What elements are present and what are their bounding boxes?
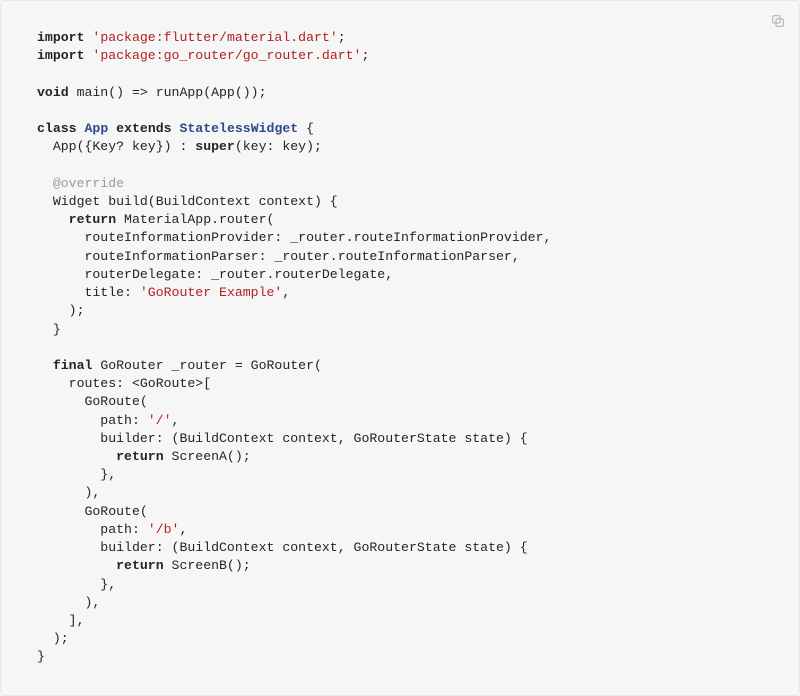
code-token: ); xyxy=(37,631,69,646)
code-token: @override xyxy=(37,176,124,191)
code-token: (key: key); xyxy=(235,139,322,154)
code-token xyxy=(77,121,85,136)
code-token: ScreenB(); xyxy=(164,558,251,573)
code-token: GoRouter _router = GoRouter( xyxy=(92,358,322,373)
code-token: void xyxy=(37,85,69,100)
code-block: import 'package:flutter/material.dart'; … xyxy=(0,0,800,696)
code-token: App({Key? key}) : xyxy=(37,139,195,154)
code-token: ), xyxy=(37,595,100,610)
code-token: ; xyxy=(361,48,369,63)
code-token: extends xyxy=(108,121,179,136)
code-token: 'package:go_router/go_router.dart' xyxy=(92,48,361,63)
code-content: import 'package:flutter/material.dart'; … xyxy=(37,29,763,667)
code-token: GoRoute( xyxy=(37,394,148,409)
code-token: } xyxy=(37,649,45,664)
code-token: routes: <GoRoute>[ xyxy=(37,376,211,391)
code-token: import xyxy=(37,30,84,45)
code-token: routerDelegate: _router.routerDelegate, xyxy=(37,267,393,282)
copy-icon xyxy=(770,13,786,32)
code-token: return xyxy=(116,558,163,573)
code-token: import xyxy=(37,48,84,63)
code-token: , xyxy=(282,285,290,300)
code-token: ; xyxy=(338,30,346,45)
code-token: 'package:flutter/material.dart' xyxy=(92,30,337,45)
code-token: Widget build(BuildContext context) { xyxy=(37,194,338,209)
code-token: , xyxy=(179,522,187,537)
code-token: builder: (BuildContext context, GoRouter… xyxy=(37,431,528,446)
code-token: final xyxy=(53,358,93,373)
code-token xyxy=(37,449,116,464)
code-token: return xyxy=(69,212,116,227)
code-token: StatelessWidget xyxy=(179,121,298,136)
code-token: path: xyxy=(37,413,148,428)
code-token: App xyxy=(85,121,109,136)
code-token: , xyxy=(172,413,180,428)
code-token: }, xyxy=(37,467,116,482)
code-token: }, xyxy=(37,577,116,592)
code-token: ), xyxy=(37,485,100,500)
code-token: '/' xyxy=(148,413,172,428)
copy-button[interactable] xyxy=(767,11,789,33)
code-token: ScreenA(); xyxy=(164,449,251,464)
code-token: MaterialApp.router( xyxy=(116,212,274,227)
code-token: } xyxy=(37,322,61,337)
code-token: builder: (BuildContext context, GoRouter… xyxy=(37,540,528,555)
code-token xyxy=(37,358,53,373)
code-token: '/b' xyxy=(148,522,180,537)
code-token: { xyxy=(298,121,314,136)
code-token: title: xyxy=(37,285,140,300)
code-token: main() => runApp(App()); xyxy=(69,85,267,100)
code-token: routeInformationProvider: _router.routeI… xyxy=(37,230,551,245)
code-token: class xyxy=(37,121,77,136)
code-token xyxy=(37,212,69,227)
code-token: ); xyxy=(37,303,84,318)
code-token: path: xyxy=(37,522,148,537)
code-token: GoRoute( xyxy=(37,504,148,519)
code-token xyxy=(37,558,116,573)
code-token: ], xyxy=(37,613,84,628)
code-token: super xyxy=(195,139,235,154)
code-token: return xyxy=(116,449,163,464)
code-token: 'GoRouter Example' xyxy=(140,285,282,300)
code-token: routeInformationParser: _router.routeInf… xyxy=(37,249,520,264)
